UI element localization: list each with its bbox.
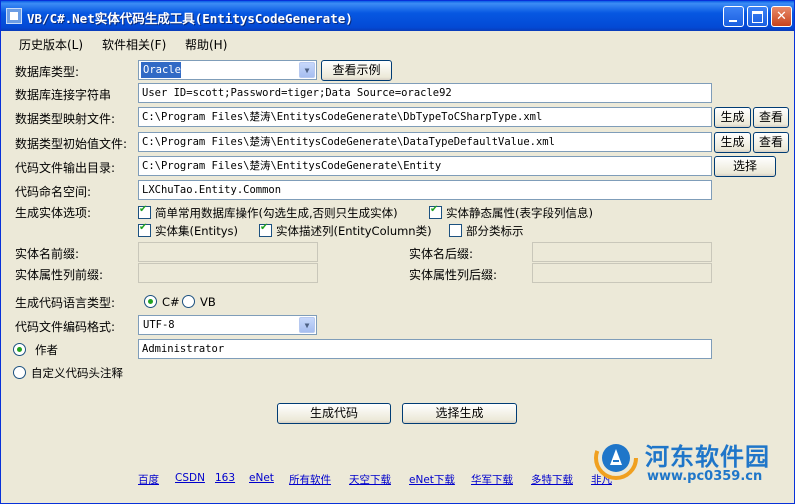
- title-bar[interactable]: VB/C#.Net实体代码生成工具(EntitysCodeGenerate) ✕: [1, 1, 794, 31]
- type-map-input[interactable]: C:\Program Files\楚涛\EntitysCodeGenerate\…: [138, 107, 712, 127]
- link-duote-download[interactable]: 多特下载: [531, 472, 573, 487]
- db-type-select[interactable]: Oracle ▼: [138, 60, 317, 80]
- checkbox-checked-icon[interactable]: [138, 204, 151, 219]
- radio-unselected-icon[interactable]: [182, 295, 195, 308]
- chevron-down-icon[interactable]: ▼: [299, 62, 315, 78]
- app-icon: [6, 8, 22, 24]
- custom-header-label: 自定义代码头注释: [31, 366, 123, 380]
- entity-prefix-label: 实体名前缀:: [15, 247, 80, 261]
- link-sky-download[interactable]: 天空下载: [349, 472, 391, 487]
- menu-help[interactable]: 帮助(H): [185, 36, 227, 53]
- watermark-logo-icon: [594, 436, 638, 480]
- watermark-url: www.pc0359.cn: [647, 469, 763, 484]
- window-title: VB/C#.Net实体代码生成工具(EntitysCodeGenerate): [27, 11, 353, 26]
- maximize-icon: [752, 11, 763, 23]
- namespace-label: 代码命名空间:: [15, 185, 92, 199]
- menu-history[interactable]: 历史版本(L): [19, 36, 83, 53]
- type-init-input[interactable]: C:\Program Files\楚涛\EntitysCodeGenerate\…: [138, 132, 712, 152]
- language-vb-label: VB: [200, 295, 216, 309]
- author-radio[interactable]: 作者: [13, 342, 58, 358]
- encoding-select[interactable]: UTF-8 ▼: [138, 315, 317, 335]
- checkbox-unchecked-icon[interactable]: [449, 224, 462, 237]
- type-init-label: 数据类型初始值文件:: [15, 137, 128, 151]
- type-map-view-button[interactable]: 查看: [753, 107, 789, 128]
- encoding-value: UTF-8: [143, 319, 175, 331]
- prop-suffix-label: 实体属性列后缀:: [409, 268, 498, 282]
- author-input[interactable]: Administrator: [138, 339, 712, 359]
- link-enet-download[interactable]: eNet下载: [409, 472, 455, 487]
- maximize-button[interactable]: [747, 6, 768, 27]
- watermark: 河东软件园 www.pc0359.cn: [593, 433, 793, 493]
- partial-class-checkbox[interactable]: 部分类标示: [449, 223, 524, 239]
- view-example-button[interactable]: 查看示例: [321, 60, 392, 81]
- choose-dir-button[interactable]: 选择: [714, 156, 776, 177]
- close-button[interactable]: ✕: [771, 6, 792, 27]
- checkbox-checked-icon[interactable]: [259, 222, 272, 237]
- partial-class-label: 部分类标示: [466, 224, 524, 238]
- link-huajun-download[interactable]: 华军下载: [471, 472, 513, 487]
- db-type-label: 数据库类型:: [15, 65, 80, 79]
- type-map-label: 数据类型映射文件:: [15, 112, 116, 126]
- encoding-label: 代码文件编码格式:: [15, 320, 116, 334]
- main-window: VB/C#.Net实体代码生成工具(EntitysCodeGenerate) ✕…: [0, 0, 795, 504]
- common-ops-checkbox[interactable]: 简单常用数据库操作(勾选生成,否则只生成实体): [138, 204, 398, 221]
- output-dir-label: 代码文件输出目录:: [15, 161, 116, 175]
- language-csharp-label: C#: [162, 295, 180, 309]
- close-icon: ✕: [776, 9, 787, 24]
- checkbox-checked-icon[interactable]: [138, 222, 151, 237]
- author-label: 作者: [35, 343, 58, 357]
- entity-prefix-input: [138, 242, 318, 262]
- namespace-input[interactable]: LXChuTao.Entity.Common: [138, 180, 712, 200]
- language-label: 生成代码语言类型:: [15, 296, 116, 310]
- custom-header-radio[interactable]: 自定义代码头注释: [13, 365, 123, 381]
- desc-column-label: 实体描述列(EntityColumn类): [276, 224, 432, 238]
- link-csdn[interactable]: CSDN: [175, 472, 205, 484]
- static-attr-label: 实体静态属性(表字段列信息): [446, 206, 593, 220]
- entity-set-checkbox[interactable]: 实体集(Entitys): [138, 222, 239, 239]
- static-attr-checkbox[interactable]: 实体静态属性(表字段列信息): [429, 204, 593, 221]
- prop-prefix-input: [138, 263, 318, 283]
- generate-code-button[interactable]: 生成代码: [277, 403, 391, 424]
- radio-selected-icon[interactable]: [13, 343, 26, 356]
- type-map-generate-button[interactable]: 生成: [714, 107, 751, 128]
- menu-bar: 历史版本(L) 软件相关(F) 帮助(H): [1, 31, 794, 55]
- menu-software[interactable]: 软件相关(F): [102, 36, 166, 53]
- entity-suffix-input: [532, 242, 712, 262]
- type-init-view-button[interactable]: 查看: [753, 132, 789, 153]
- output-dir-input[interactable]: C:\Program Files\楚涛\EntitysCodeGenerate\…: [138, 156, 712, 176]
- radio-selected-icon[interactable]: [144, 295, 157, 308]
- desc-column-checkbox[interactable]: 实体描述列(EntityColumn类): [259, 222, 432, 239]
- checkbox-checked-icon[interactable]: [429, 204, 442, 219]
- language-csharp-radio[interactable]: C#: [144, 295, 180, 309]
- conn-string-label: 数据库连接字符串: [15, 88, 112, 102]
- link-all-software[interactable]: 所有软件: [289, 472, 331, 487]
- prop-suffix-input: [532, 263, 712, 283]
- chevron-down-icon[interactable]: ▼: [299, 317, 315, 333]
- language-vb-radio[interactable]: VB: [182, 295, 216, 309]
- link-163[interactable]: 163: [215, 472, 235, 484]
- watermark-title: 河东软件园: [645, 443, 770, 471]
- common-ops-label: 简单常用数据库操作(勾选生成,否则只生成实体): [155, 206, 398, 220]
- select-generate-button[interactable]: 选择生成: [402, 403, 517, 424]
- radio-unselected-icon[interactable]: [13, 366, 26, 379]
- options-label: 生成实体选项:: [15, 206, 92, 220]
- entity-suffix-label: 实体名后缀:: [409, 247, 474, 261]
- entity-set-label: 实体集(Entitys): [155, 224, 239, 238]
- minimize-button[interactable]: [723, 6, 744, 27]
- minimize-icon: [729, 20, 737, 22]
- type-init-generate-button[interactable]: 生成: [714, 132, 751, 153]
- db-type-value: Oracle: [141, 62, 181, 78]
- prop-prefix-label: 实体属性列前缀:: [15, 268, 104, 282]
- conn-string-input[interactable]: User ID=scott;Password=tiger;Data Source…: [138, 83, 712, 103]
- link-enet[interactable]: eNet: [249, 472, 274, 484]
- link-baidu[interactable]: 百度: [138, 472, 159, 487]
